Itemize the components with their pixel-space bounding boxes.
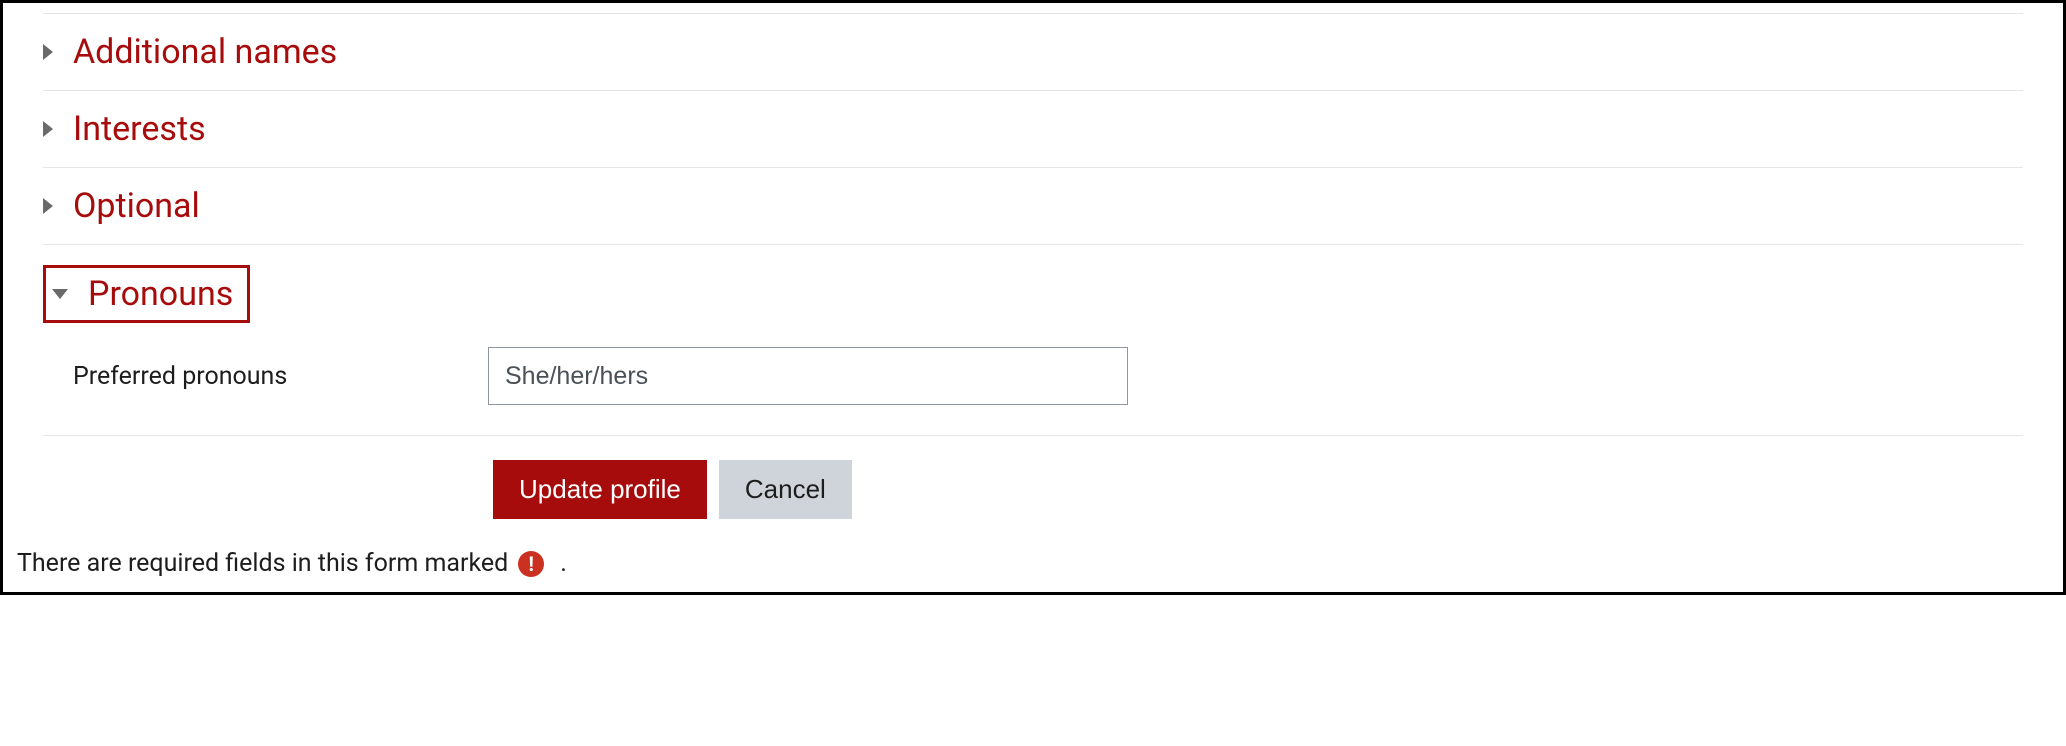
caret-right-icon bbox=[43, 121, 53, 137]
preferred-pronouns-label: Preferred pronouns bbox=[73, 362, 488, 391]
section-interests[interactable]: Interests bbox=[43, 91, 2023, 168]
collapsible-sections: Additional names Interests Optional Pron… bbox=[3, 13, 2063, 323]
preferred-pronouns-input[interactable] bbox=[488, 347, 1128, 405]
caret-right-icon bbox=[43, 44, 53, 60]
section-pronouns[interactable]: Pronouns bbox=[43, 265, 2023, 323]
pronouns-field-area: Preferred pronouns Update profile Cancel bbox=[3, 323, 2063, 549]
section-additional-names[interactable]: Additional names bbox=[43, 13, 2023, 91]
preferred-pronouns-row: Preferred pronouns bbox=[43, 323, 2023, 436]
cancel-button[interactable]: Cancel bbox=[719, 460, 852, 519]
update-profile-button[interactable]: Update profile bbox=[493, 460, 707, 519]
required-note-period: . bbox=[560, 549, 567, 578]
section-title-pronouns[interactable]: Pronouns bbox=[88, 274, 233, 314]
section-title-optional[interactable]: Optional bbox=[73, 186, 200, 226]
section-title-interests[interactable]: Interests bbox=[73, 109, 206, 149]
section-optional[interactable]: Optional bbox=[43, 168, 2023, 245]
form-actions: Update profile Cancel bbox=[43, 436, 2023, 549]
required-icon: ! bbox=[518, 551, 544, 577]
section-title-additional-names[interactable]: Additional names bbox=[73, 32, 337, 72]
required-note-text: There are required fields in this form m… bbox=[17, 549, 508, 578]
caret-right-icon bbox=[43, 198, 53, 214]
profile-form-container: Additional names Interests Optional Pron… bbox=[0, 0, 2066, 595]
caret-down-icon bbox=[52, 289, 68, 299]
required-fields-note: There are required fields in this form m… bbox=[3, 549, 2063, 592]
pronouns-highlight-box: Pronouns bbox=[43, 265, 250, 323]
